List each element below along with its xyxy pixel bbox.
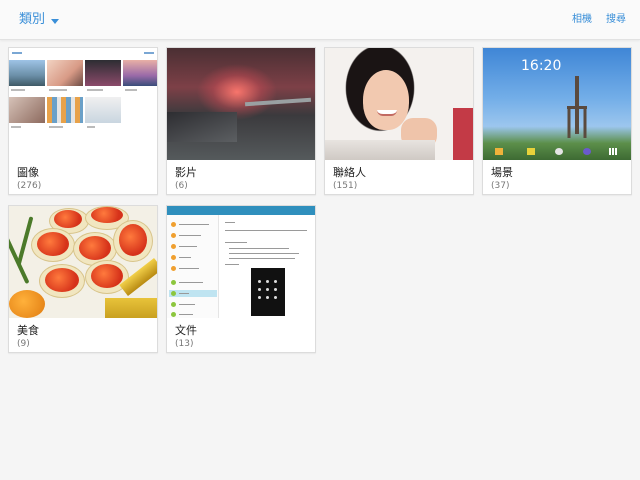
category-card-videos[interactable]: 影片 (6) [166,47,316,195]
scenery-thumbnail: 16:20 [483,48,631,160]
category-name: 場景 [491,166,513,179]
app-bar: 類別 相機 搜尋 [0,0,640,40]
food-thumbnail [9,206,157,318]
documents-thumbnail [167,206,315,318]
clock-text: 16:20 [521,58,562,74]
category-dropdown-label: 類別 [19,12,46,27]
category-card-documents[interactable]: 文件 (13) [166,205,316,353]
category-dropdown[interactable]: 類別 [19,11,60,29]
category-card-food[interactable]: 美食 (9) [8,205,158,353]
search-button[interactable]: 搜尋 [606,13,626,27]
chevron-down-icon [51,18,60,24]
category-count: (151) [333,181,358,191]
category-name: 美食 [17,324,39,337]
category-count: (6) [175,181,188,191]
category-name: 影片 [175,166,197,179]
category-name: 圖像 [17,166,39,179]
category-card-images[interactable]: 圖像 (276) [8,47,158,195]
category-name: 聯絡人 [333,166,366,179]
category-card-scenery[interactable]: 16:20 場景 (37) [482,47,632,195]
contacts-thumbnail [325,48,473,160]
videos-thumbnail [167,48,315,160]
category-count: (9) [17,339,30,349]
category-count: (276) [17,181,42,191]
category-count: (37) [491,181,510,191]
category-count: (13) [175,339,194,349]
category-card-contacts[interactable]: 聯絡人 (151) [324,47,474,195]
category-name: 文件 [175,324,197,337]
images-thumbnail [9,48,157,160]
albums-button[interactable]: 相機 [572,13,592,27]
